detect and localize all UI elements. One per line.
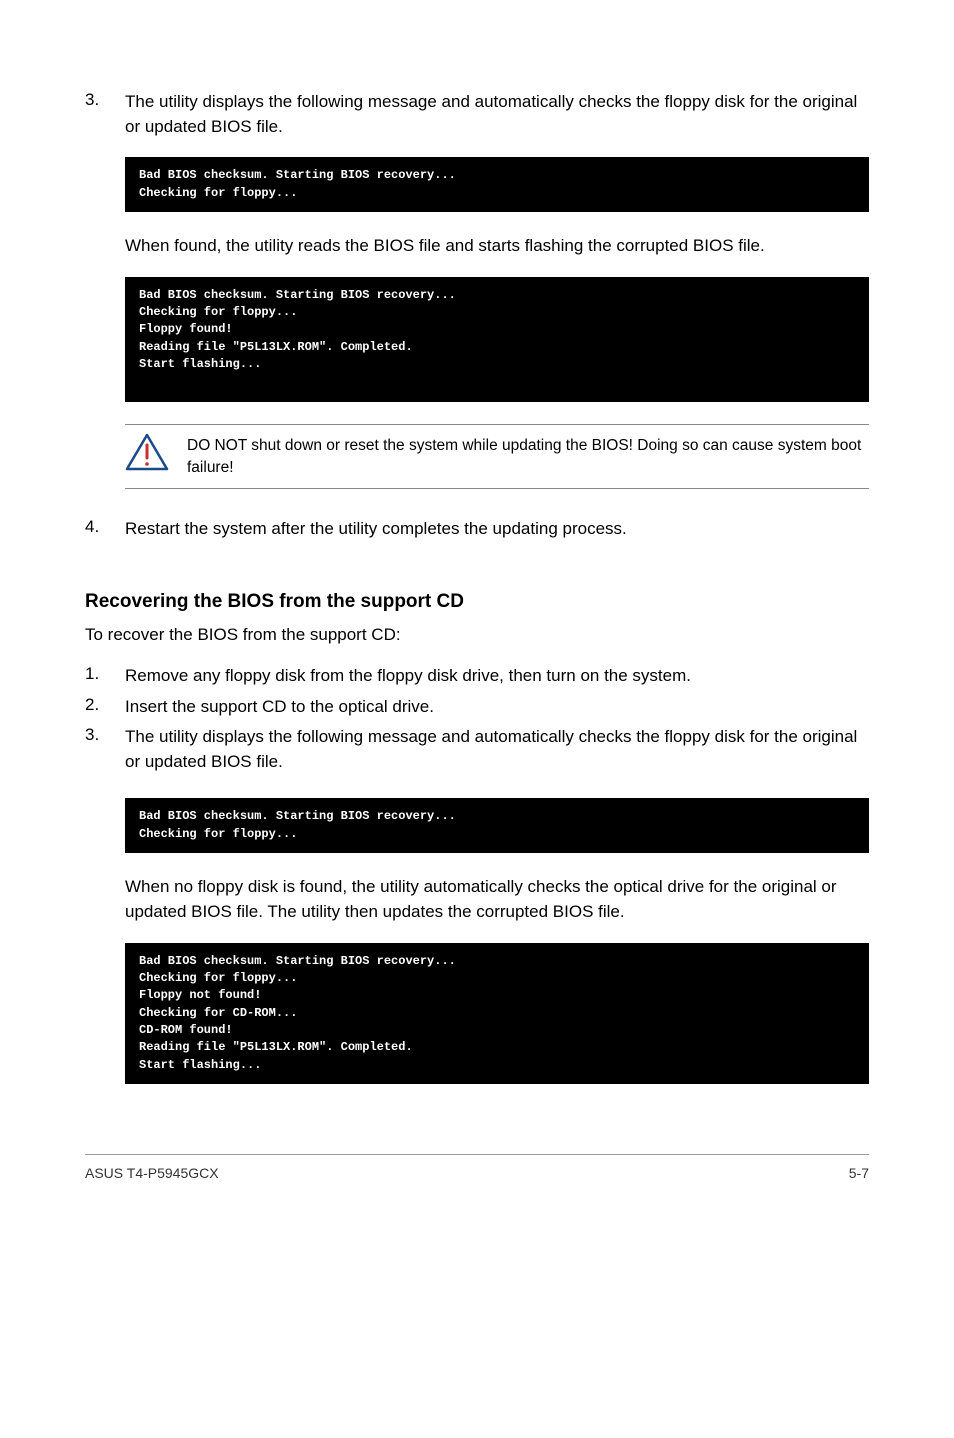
paragraph-after-terminal-3: When no floppy disk is found, the utilit… xyxy=(125,875,869,924)
page-content: 3. The utility displays the following me… xyxy=(0,0,954,1221)
list2-step-3: 3. The utility displays the following me… xyxy=(85,725,869,774)
step-text: The utility displays the following messa… xyxy=(125,90,869,139)
terminal-output-3: Bad BIOS checksum. Starting BIOS recover… xyxy=(125,798,869,853)
step-4: 4. Restart the system after the utility … xyxy=(85,517,869,542)
warning-icon xyxy=(125,433,169,471)
warning-text: DO NOT shut down or reset the system whi… xyxy=(187,433,869,480)
step-number: 3. xyxy=(85,90,125,139)
step-number: 3. xyxy=(85,725,125,774)
step-number: 1. xyxy=(85,664,125,689)
terminal-output-1: Bad BIOS checksum. Starting BIOS recover… xyxy=(125,157,869,212)
paragraph-after-terminal-1: When found, the utility reads the BIOS f… xyxy=(125,234,869,259)
terminal-output-4: Bad BIOS checksum. Starting BIOS recover… xyxy=(125,943,869,1085)
step-text: Restart the system after the utility com… xyxy=(125,517,869,542)
section-heading: Recovering the BIOS from the support CD xyxy=(85,591,869,613)
footer-left: ASUS T4-P5945GCX xyxy=(85,1165,219,1181)
footer-right: 5-7 xyxy=(849,1165,869,1181)
step-text: The utility displays the following messa… xyxy=(125,725,869,774)
terminal-output-2: Bad BIOS checksum. Starting BIOS recover… xyxy=(125,277,869,402)
step-3: 3. The utility displays the following me… xyxy=(85,90,869,139)
step-text: Insert the support CD to the optical dri… xyxy=(125,695,869,720)
step-number: 4. xyxy=(85,517,125,542)
page-footer: ASUS T4-P5945GCX 5-7 xyxy=(85,1154,869,1181)
step-number: 2. xyxy=(85,695,125,720)
warning-callout: DO NOT shut down or reset the system whi… xyxy=(125,424,869,489)
section-intro: To recover the BIOS from the support CD: xyxy=(85,623,869,648)
step-text: Remove any floppy disk from the floppy d… xyxy=(125,664,869,689)
list2-step-1: 1. Remove any floppy disk from the flopp… xyxy=(85,664,869,689)
list2-step-2: 2. Insert the support CD to the optical … xyxy=(85,695,869,720)
